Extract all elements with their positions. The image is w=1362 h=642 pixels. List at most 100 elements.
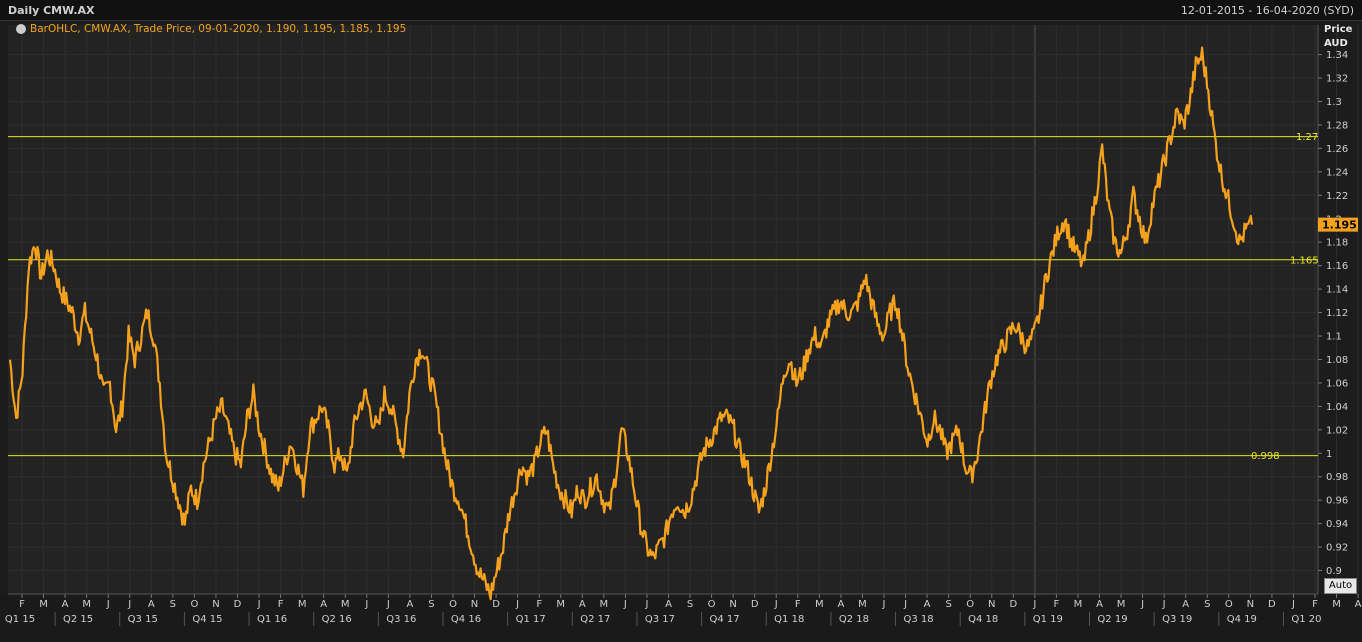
x-month-label: F <box>1054 599 1060 610</box>
x-month-label: M <box>298 599 307 610</box>
y-tick-label: 0.98 <box>1326 472 1348 483</box>
y-tick-label: 0.96 <box>1326 496 1348 507</box>
x-month-label: O <box>449 599 457 610</box>
x-quarter-label: Q4 18 <box>968 614 998 625</box>
x-month-label: D <box>492 599 500 610</box>
x-month-label: J <box>1032 599 1036 610</box>
y-tick-label: 1.14 <box>1326 285 1348 296</box>
x-month-label: F <box>536 599 542 610</box>
x-month-label: M <box>815 599 824 610</box>
y-tick-label: 1.08 <box>1326 355 1348 366</box>
y-tick-label: 1.24 <box>1326 167 1348 178</box>
x-month-label: J <box>257 599 261 610</box>
x-quarter-label: Q3 19 <box>1162 614 1192 625</box>
x-month-label: D <box>751 599 759 610</box>
y-tick-label: 1.02 <box>1326 425 1348 436</box>
x-quarter-label: Q3 15 <box>128 614 158 625</box>
x-month-label: J <box>623 599 627 610</box>
x-quarter-label: Q1 18 <box>774 614 804 625</box>
chart-window: Daily CMW.AX 12-01-2015 - 16-04-2020 (SY… <box>0 0 1362 642</box>
legend[interactable]: BarOHLC, CMW.AX, Trade Price, 09-01-2020… <box>16 23 406 35</box>
clock-icon[interactable] <box>16 24 26 34</box>
x-month-label: S <box>945 599 951 610</box>
x-quarter-label: Q2 19 <box>1097 614 1127 625</box>
x-month-label: A <box>924 599 931 610</box>
x-month-label: O <box>1225 599 1233 610</box>
x-quarter-label: Q2 15 <box>63 614 93 625</box>
y-tick-label: 1.34 <box>1326 50 1348 61</box>
x-month-label: N <box>1247 599 1254 610</box>
x-month-label: A <box>148 599 155 610</box>
x-month-label: J <box>903 599 907 610</box>
last-price-label: 1.195 <box>1322 219 1357 232</box>
y-tick-label: 1.12 <box>1326 308 1348 319</box>
x-quarter-label: Q3 18 <box>903 614 933 625</box>
x-month-label: A <box>1182 599 1189 610</box>
auto-button[interactable]: Auto <box>1324 578 1357 594</box>
x-month-label: J <box>1140 599 1144 610</box>
x-quarter-label: Q3 17 <box>645 614 675 625</box>
x-month-label: S <box>428 599 434 610</box>
x-quarter-label: Q3 16 <box>386 614 416 625</box>
y-tick-label: 1.28 <box>1326 120 1348 131</box>
x-month-label: F <box>19 599 25 610</box>
y-tick-label: 1.16 <box>1326 261 1348 272</box>
y-tick-label: 1.32 <box>1326 74 1348 85</box>
x-quarter-label: Q4 19 <box>1227 614 1257 625</box>
x-quarter-label: Q1 15 <box>5 614 35 625</box>
y-axis-header-unit: AUD <box>1324 38 1348 49</box>
x-quarter-label: Q4 16 <box>451 614 481 625</box>
y-tick-label: 1.26 <box>1326 144 1348 155</box>
x-quarter-label: Q1 20 <box>1291 614 1321 625</box>
x-month-label: A <box>665 599 672 610</box>
y-tick-label: 0.94 <box>1326 519 1348 530</box>
x-month-label: M <box>1117 599 1126 610</box>
y-axis-header-price: Price <box>1324 24 1353 35</box>
y-tick-label: 1.22 <box>1326 191 1348 202</box>
x-month-label: A <box>320 599 327 610</box>
x-month-label: N <box>988 599 995 610</box>
y-tick-label: 1.18 <box>1326 238 1348 249</box>
x-month-label: F <box>795 599 801 610</box>
x-month-label: J <box>386 599 390 610</box>
x-month-label: J <box>106 599 110 610</box>
x-month-label: J <box>127 599 131 610</box>
x-month-label: M <box>39 599 48 610</box>
x-month-label: M <box>82 599 91 610</box>
x-month-label: D <box>1009 599 1017 610</box>
x-quarter-label: Q2 17 <box>580 614 610 625</box>
legend-text: BarOHLC, CMW.AX, Trade Price, 09-01-2020… <box>30 23 407 35</box>
x-month-label: J <box>774 599 778 610</box>
level-line-label: 1.27 <box>1296 132 1318 143</box>
x-month-label: A <box>62 599 69 610</box>
y-tick-label: 1.06 <box>1326 378 1348 389</box>
x-month-label: J <box>882 599 886 610</box>
y-tick-label: 0.9 <box>1326 566 1342 577</box>
x-month-label: A <box>1355 599 1362 610</box>
x-month-label: O <box>708 599 716 610</box>
x-month-label: F <box>1312 599 1318 610</box>
x-quarter-label: Q1 19 <box>1033 614 1063 625</box>
x-month-label: M <box>858 599 867 610</box>
price-chart[interactable]: FMAMJJASONDJFMAMJJASONDJFMAMJJASONDJFMAM… <box>0 0 1362 642</box>
x-month-label: N <box>471 599 478 610</box>
x-month-label: A <box>579 599 586 610</box>
y-tick-label: 0.92 <box>1326 543 1348 554</box>
x-month-label: J <box>644 599 648 610</box>
x-month-label: S <box>687 599 693 610</box>
x-quarter-label: Q4 17 <box>710 614 740 625</box>
x-month-label: A <box>406 599 413 610</box>
x-quarter-label: Q2 16 <box>322 614 352 625</box>
x-month-label: O <box>966 599 974 610</box>
x-month-label: A <box>1096 599 1103 610</box>
x-month-label: O <box>190 599 198 610</box>
x-quarter-label: Q4 15 <box>192 614 222 625</box>
x-month-label: J <box>515 599 519 610</box>
x-month-label: S <box>170 599 176 610</box>
level-line-label: 1.165 <box>1290 255 1319 266</box>
x-month-label: M <box>1074 599 1083 610</box>
x-month-label: M <box>1332 599 1341 610</box>
x-month-label: M <box>600 599 609 610</box>
y-tick-label: 1.3 <box>1326 97 1342 108</box>
x-month-label: D <box>1268 599 1276 610</box>
